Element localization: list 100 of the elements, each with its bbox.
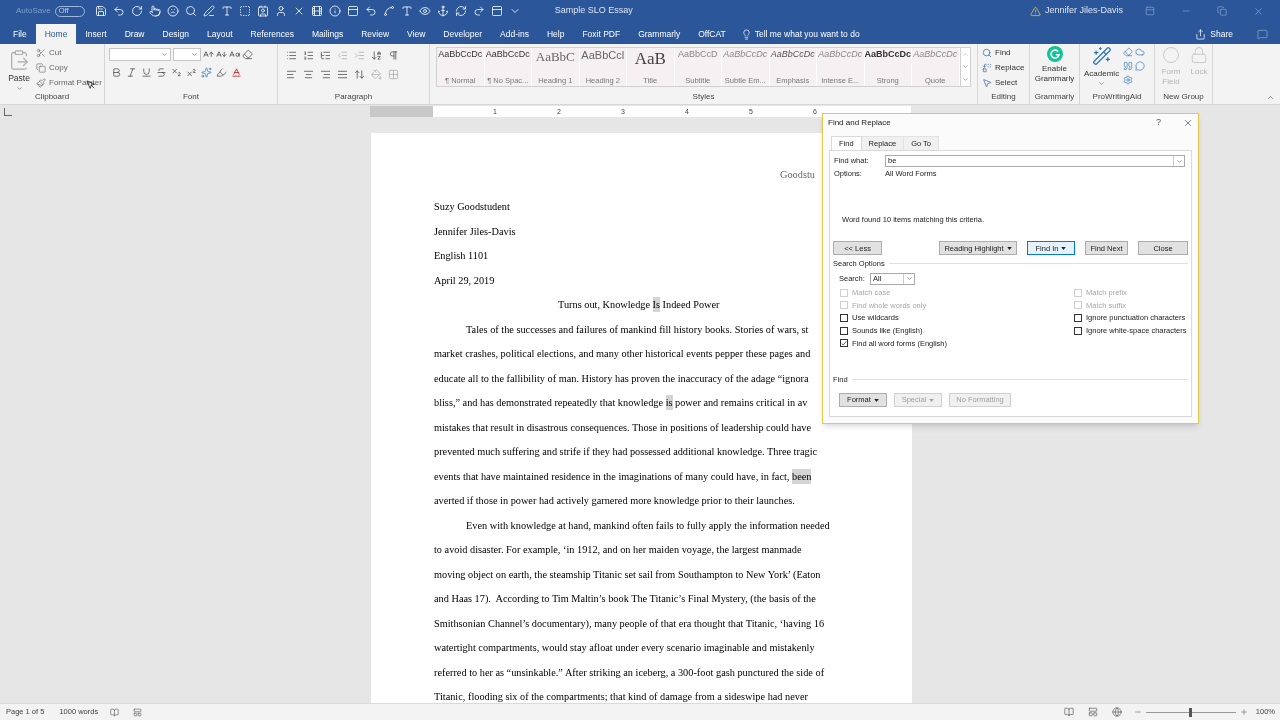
- ribbon-tab[interactable]: Help: [537, 24, 574, 44]
- ribbon-tab[interactable]: Draw: [115, 24, 154, 44]
- restore-icon[interactable]: [1217, 6, 1227, 16]
- checkbox[interactable]: [1074, 326, 1082, 335]
- line-spacing-icon[interactable]: [354, 69, 365, 80]
- ribbon-tab[interactable]: Foxit PDF: [573, 24, 630, 44]
- checkbox[interactable]: [840, 339, 848, 348]
- eye-icon[interactable]: [418, 5, 431, 17]
- zoom-thumb[interactable]: [1189, 707, 1193, 717]
- tab-selector[interactable]: [4, 107, 12, 116]
- quote-icon[interactable]: [1123, 61, 1134, 71]
- bold-icon[interactable]: [111, 67, 122, 78]
- ribbon-tab[interactable]: Grammarly: [629, 24, 690, 44]
- undo-icon[interactable]: [112, 5, 125, 17]
- paste-button[interactable]: Paste: [4, 46, 34, 92]
- ribbon-display-icon[interactable]: [1145, 6, 1155, 16]
- ribbon-tab[interactable]: File: [4, 24, 36, 44]
- numbering-icon[interactable]: [303, 50, 314, 61]
- align-left-icon[interactable]: [286, 69, 297, 80]
- close-icon[interactable]: [1183, 118, 1193, 128]
- text-icon[interactable]: [220, 5, 233, 17]
- panel-icon[interactable]: [490, 5, 503, 17]
- undo-icon[interactable]: [364, 5, 377, 17]
- ribbon-tab[interactable]: OffCAT: [689, 24, 735, 44]
- window-icon[interactable]: [346, 5, 359, 17]
- anchor-icon[interactable]: [436, 5, 449, 17]
- bullets-icon[interactable]: [286, 50, 297, 61]
- editing-command[interactable]: Select: [982, 77, 1025, 89]
- align-right-icon[interactable]: [320, 69, 331, 80]
- frown-face-icon[interactable]: [166, 5, 179, 17]
- subscript-icon[interactable]: [171, 67, 182, 78]
- justify-icon[interactable]: [337, 69, 348, 80]
- ribbon-tab[interactable]: Add-ins: [491, 24, 538, 44]
- change-case-icon[interactable]: [229, 49, 240, 60]
- lightbulb-icon[interactable]: [740, 28, 752, 40]
- person-icon[interactable]: [274, 5, 287, 17]
- redo-icon[interactable]: [472, 5, 485, 17]
- touch-icon[interactable]: [148, 5, 161, 17]
- dashed-square-icon[interactable]: [238, 5, 251, 17]
- academic-button[interactable]: Academic: [1084, 46, 1120, 87]
- ribbon-tab[interactable]: Mailings: [302, 24, 353, 44]
- enable-grammarly-button[interactable]: Enable Grammarly: [1034, 46, 1075, 84]
- ribbon-tab[interactable]: Layout: [197, 24, 242, 44]
- save-icon[interactable]: [94, 5, 107, 17]
- highlighter-icon[interactable]: [216, 67, 227, 78]
- ribbon-tab[interactable]: View: [398, 24, 435, 44]
- read-mode-icon[interactable]: [1063, 707, 1074, 717]
- share-button[interactable]: Share: [1195, 27, 1233, 41]
- pen-icon[interactable]: [202, 5, 215, 17]
- document-text: moving object on earth, the steamship Titanic set sail from Southampton to New York’ (Eaton: [434, 567, 821, 582]
- multilevel-list-icon[interactable]: [320, 50, 331, 61]
- refresh-icon[interactable]: [454, 5, 467, 17]
- document-text: prevented much suffering and strife if they had possessed additional knowledge. Three tragic: [434, 445, 818, 460]
- pilcrow-icon[interactable]: [388, 50, 399, 61]
- font-size-icon[interactable]: [400, 5, 413, 17]
- proofing-icon[interactable]: [110, 707, 120, 717]
- checkbox[interactable]: [1074, 314, 1082, 322]
- text-effects-icon[interactable]: [201, 67, 212, 78]
- group-label: Editing: [991, 93, 1016, 101]
- checkbox[interactable]: [840, 326, 848, 335]
- user-name[interactable]: Jennifer Jiles-Davis: [1044, 4, 1123, 18]
- tell-me-field[interactable]: Tell me what you want to do: [754, 27, 860, 41]
- font-size-field[interactable]: [173, 48, 201, 61]
- editing-command[interactable]: Find: [982, 47, 1025, 59]
- font-color-icon[interactable]: [231, 67, 242, 78]
- film-icon[interactable]: [310, 5, 323, 17]
- clear-formatting-icon[interactable]: [242, 49, 253, 60]
- strikethrough-icon[interactable]: [156, 67, 167, 78]
- close-icon[interactable]: [1253, 5, 1264, 17]
- macro-icon[interactable]: [133, 707, 143, 717]
- ribbon-tab[interactable]: Insert: [76, 24, 116, 44]
- grow-font-icon[interactable]: [203, 49, 214, 60]
- web-layout-icon[interactable]: [1111, 707, 1122, 717]
- underline-icon[interactable]: [141, 67, 152, 78]
- info-icon[interactable]: [328, 5, 341, 17]
- eraser-icon[interactable]: [1123, 47, 1134, 57]
- ribbon-tab[interactable]: References: [241, 24, 303, 44]
- search-icon[interactable]: [184, 5, 197, 17]
- ribbon-tab[interactable]: Review: [352, 24, 399, 44]
- superscript-icon[interactable]: [186, 67, 197, 78]
- repeat-icon[interactable]: [130, 5, 143, 17]
- font-name-field[interactable]: [109, 48, 171, 61]
- editing-command[interactable]: Replace: [982, 62, 1025, 74]
- help-button[interactable]: ?: [1156, 116, 1161, 130]
- cloud-icon[interactable]: [1135, 47, 1146, 57]
- shrink-font-icon[interactable]: [216, 49, 227, 60]
- align-center-icon[interactable]: [303, 69, 314, 80]
- comments-icon[interactable]: [1257, 28, 1268, 40]
- contact-card-icon[interactable]: [256, 5, 269, 17]
- print-layout-icon[interactable]: [1087, 707, 1098, 717]
- checkbox[interactable]: [840, 314, 848, 322]
- ribbon-tab[interactable]: Design: [153, 24, 198, 44]
- curve-icon[interactable]: [382, 5, 395, 17]
- ribbon-tab[interactable]: Home: [35, 24, 77, 44]
- sort-icon[interactable]: [371, 50, 382, 61]
- zoom-in-icon[interactable]: [1239, 708, 1248, 716]
- settings-icon[interactable]: [1123, 75, 1134, 85]
- collapse-ribbon-icon[interactable]: [1266, 93, 1275, 102]
- ribbon-tab[interactable]: Developer: [434, 24, 492, 44]
- italic-icon[interactable]: [126, 67, 137, 78]
